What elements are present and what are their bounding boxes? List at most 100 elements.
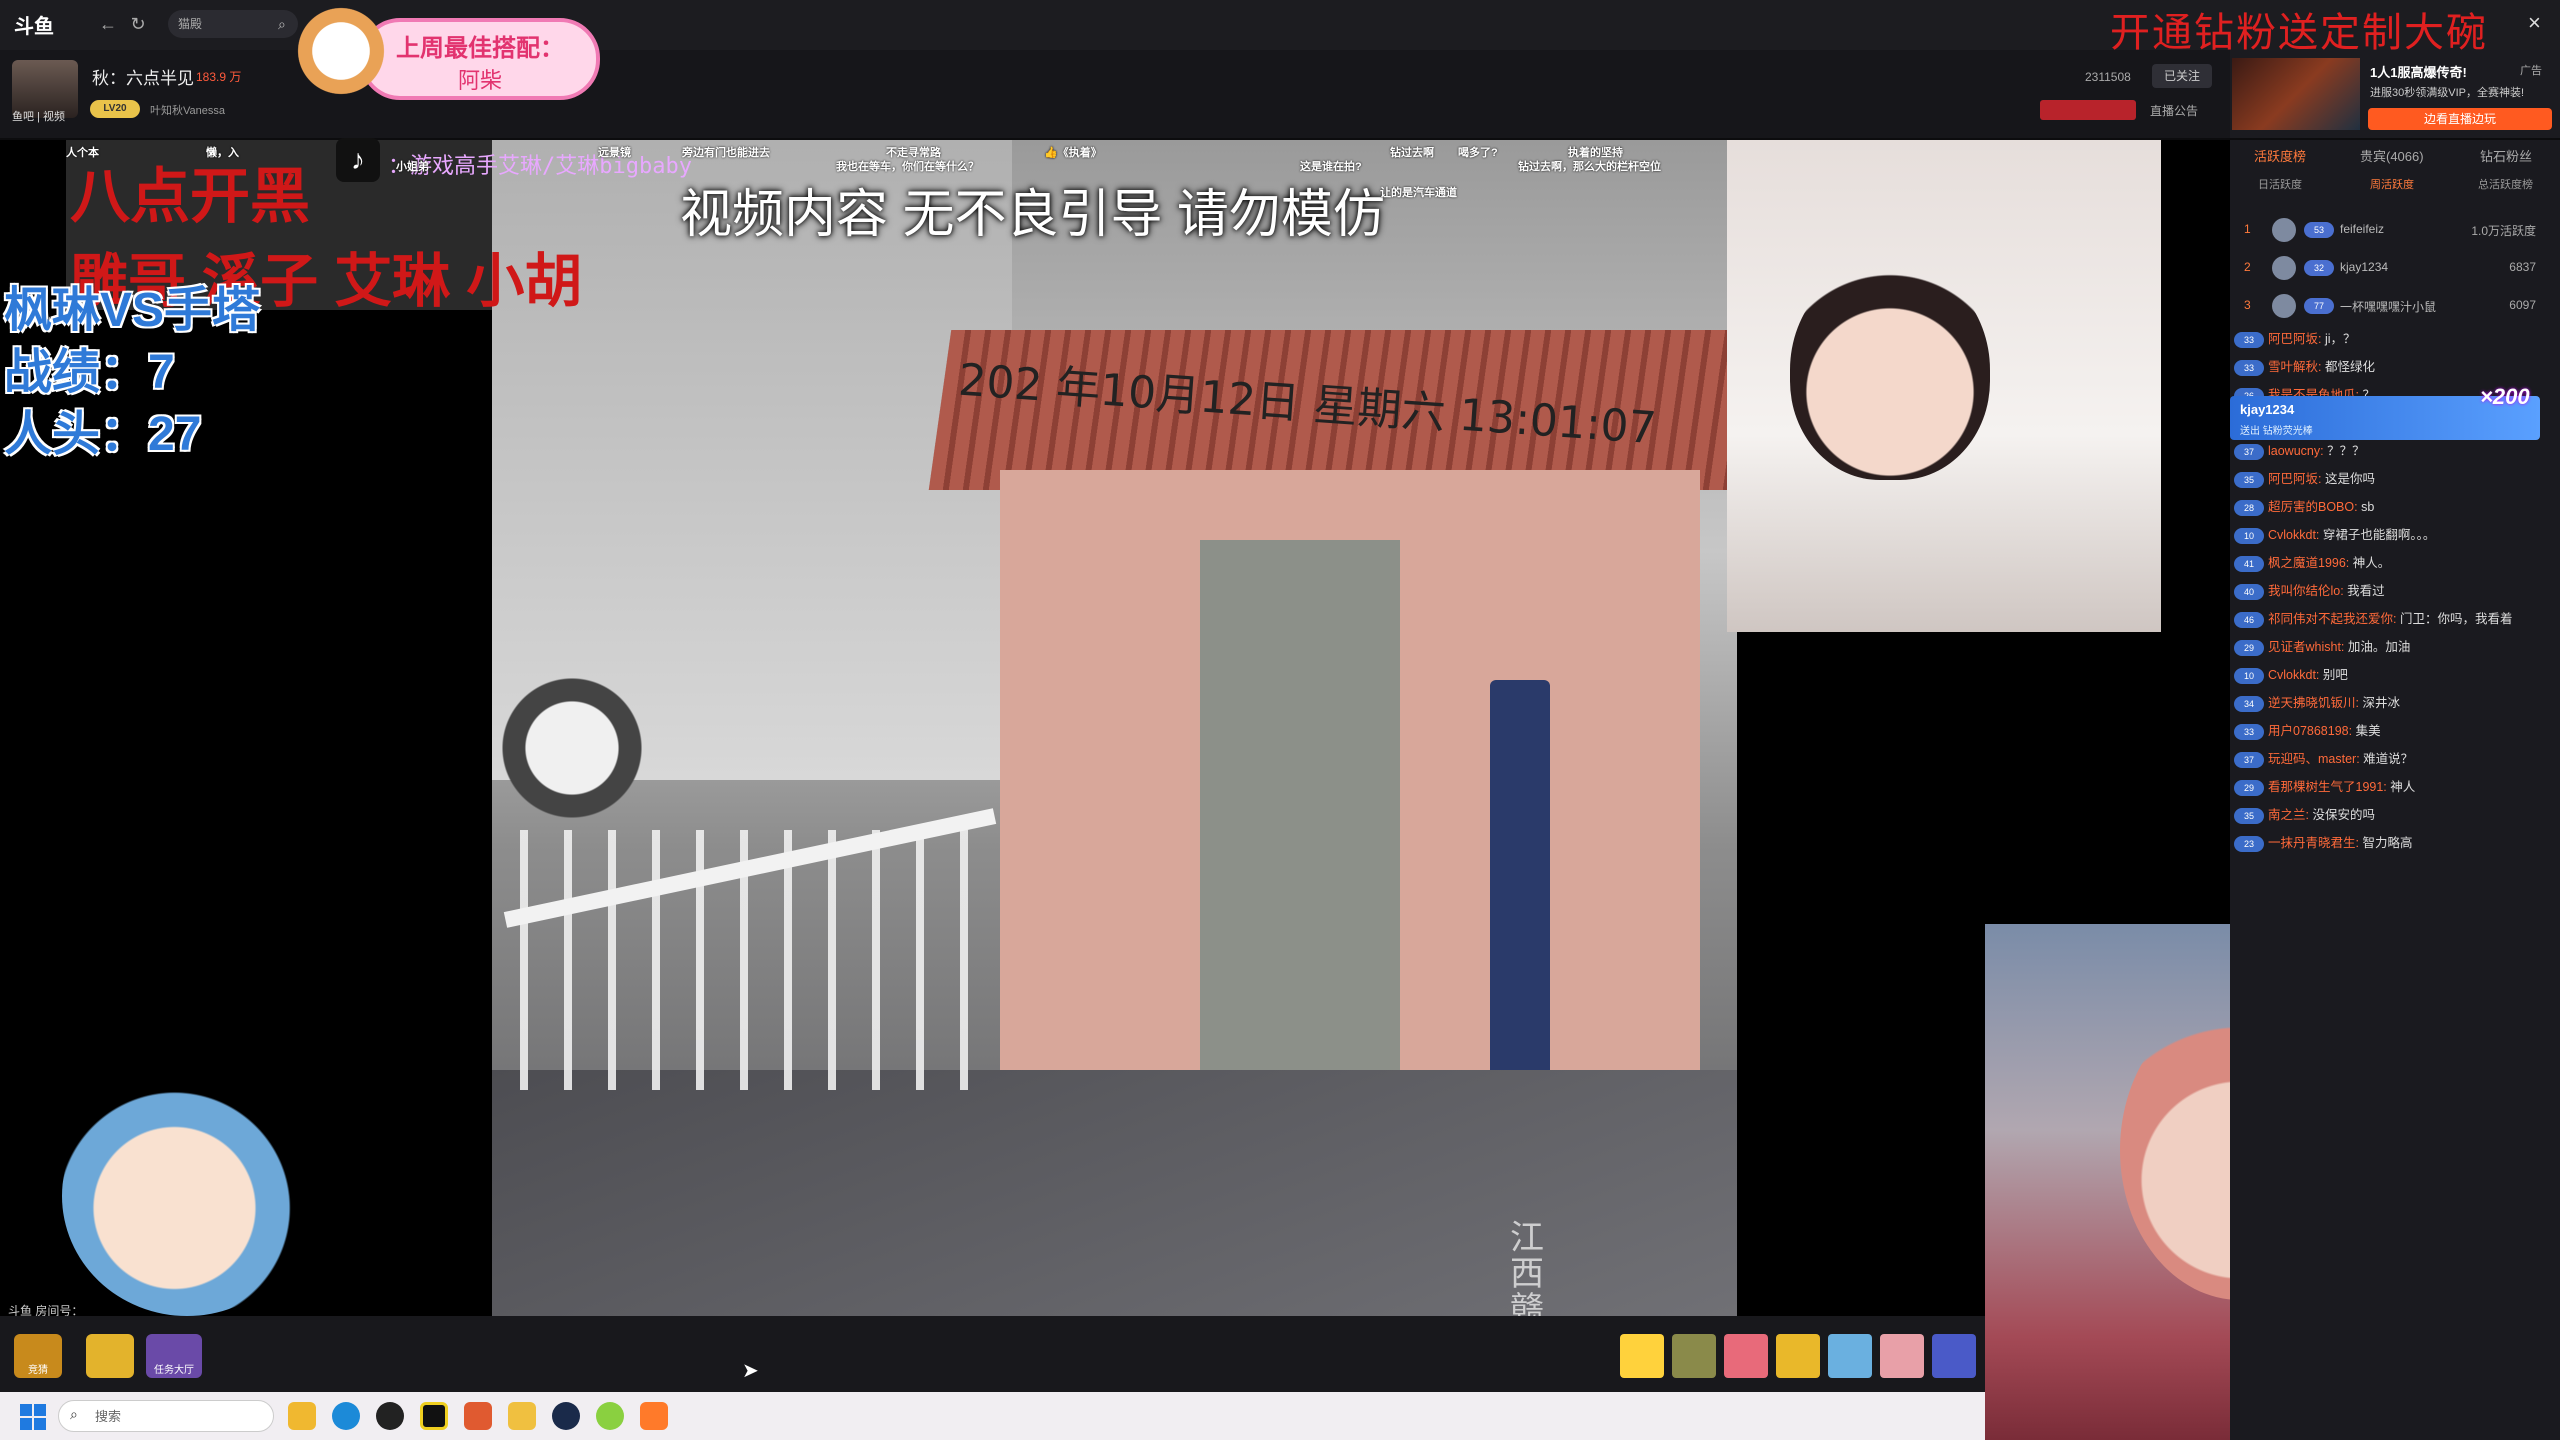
tab-diamond-fans[interactable]: 钻石粉丝 xyxy=(2480,146,2532,165)
subtab-total[interactable]: 总活跃度榜 xyxy=(2478,176,2533,192)
chat-message[interactable]: 10 Cvlokkdt: 穿裙子也能翻啊。。。 xyxy=(2234,522,2554,548)
chat-message[interactable]: 28 超厉害的BOBO: sb xyxy=(2234,494,2554,520)
chat-message[interactable]: 35 阿巴阿坂: 这是你吗 xyxy=(2234,466,2554,492)
best-pairing-badge: 上周最佳搭配： 阿柴 xyxy=(360,18,600,100)
chat-message[interactable]: 29 见证者whisht: 加油。加油 xyxy=(2234,634,2554,660)
back-arrow-icon[interactable]: ← xyxy=(96,12,120,36)
subtab-daily[interactable]: 日活跃度 xyxy=(2258,176,2302,192)
chat-text: 难道说？ xyxy=(2359,752,2414,766)
rank-username: kjay1234 xyxy=(2340,260,2389,274)
mystery-box-button[interactable] xyxy=(86,1334,134,1378)
chat-username[interactable]: 用户07868198: xyxy=(2268,724,2352,738)
gift-item-icon[interactable] xyxy=(1880,1334,1924,1378)
chat-username[interactable]: 阿巴阿坂: xyxy=(2268,332,2321,346)
avatar-links[interactable]: 鱼吧 | 视频 xyxy=(12,108,65,124)
chat-text: ？？？ xyxy=(2323,444,2365,458)
ad-title[interactable]: 1人1服高爆传奇! xyxy=(2370,62,2467,81)
close-icon[interactable]: × xyxy=(2528,10,2541,36)
chat-username[interactable]: 我叫你结伦lo: xyxy=(2268,584,2344,598)
chat-username[interactable]: 南之兰: xyxy=(2268,808,2309,822)
taskbar-search-input[interactable]: 搜索 xyxy=(58,1400,274,1432)
danmu-item: 执着的坚持 xyxy=(1568,147,1623,159)
chat-message[interactable]: 37 玩迎码、master: 难道说？ xyxy=(2234,746,2554,772)
app-icon[interactable] xyxy=(596,1402,624,1430)
rank-row[interactable]: 2 32 kjay1234 6837 xyxy=(2240,252,2550,286)
gift-item-icon[interactable] xyxy=(1828,1334,1872,1378)
gift-item-icon[interactable] xyxy=(1672,1334,1716,1378)
chat-username[interactable]: 枫之魔道1996: xyxy=(2268,556,2349,570)
chat-message[interactable]: 37 laowucny: ？？？ xyxy=(2234,438,2554,464)
chat-message[interactable]: 34 逆天拂晓饥钣川: 深井冰 xyxy=(2234,690,2554,716)
gift-item-icon[interactable] xyxy=(1776,1334,1820,1378)
chat-username[interactable]: laowucny: xyxy=(2268,444,2324,458)
hot-count: 183.9 万 xyxy=(196,70,242,84)
ad-play-button[interactable]: 边看直播边玩 xyxy=(2368,108,2552,130)
level-badge: 35 xyxy=(2234,471,2264,488)
ad-label: 广告 xyxy=(2520,65,2542,77)
app-icon[interactable] xyxy=(376,1402,404,1430)
footage-road xyxy=(492,1070,1737,1316)
edge-browser-icon[interactable] xyxy=(332,1402,360,1430)
chat-username[interactable]: 玩迎码、master: xyxy=(2268,752,2360,766)
app-icon[interactable] xyxy=(464,1402,492,1430)
app-icon[interactable] xyxy=(508,1402,536,1430)
task-hall-button[interactable]: 任务大厅 xyxy=(146,1334,202,1378)
windows-start-icon[interactable] xyxy=(20,1404,46,1430)
chat-username[interactable]: 超厉害的BOBO: xyxy=(2268,500,2358,514)
rank-score: 1.0万活跃度 xyxy=(2471,224,2536,238)
level-badge: 53 xyxy=(2304,222,2334,238)
rank-row[interactable]: 3 77 一杯嘿嘿嘿汁小鼠 6097 xyxy=(2240,290,2550,324)
follow-button[interactable]: 已关注 xyxy=(2152,64,2212,88)
gift-banner[interactable] xyxy=(2040,100,2136,120)
chat-message[interactable]: 33 用户07868198: 集美 xyxy=(2234,718,2554,744)
subtab-weekly[interactable]: 周活跃度 xyxy=(2370,176,2414,192)
gift-item-icon[interactable] xyxy=(1932,1334,1976,1378)
douyu-logo[interactable]: 斗鱼 xyxy=(14,10,76,38)
chat-username[interactable]: 阿巴阿坂: xyxy=(2268,472,2321,486)
chat-message[interactable]: 29 看那棵树生气了1991: 神人 xyxy=(2234,774,2554,800)
chat-message[interactable]: 33 雪叶解秋: 都怪绿化 xyxy=(2234,354,2554,380)
chat-text: 智力略高 xyxy=(2358,836,2413,850)
chat-username[interactable]: 祁同伟对不起我还爱你: xyxy=(2268,612,2396,626)
chat-message[interactable]: 35 南之兰: 没保安的吗 xyxy=(2234,802,2554,828)
chat-message[interactable]: 10 Cvlokkdt: 别吧 xyxy=(2234,662,2554,688)
search-icon[interactable]: ⌕ xyxy=(278,16,286,33)
rank-row[interactable]: 1 53 feifeifeiz 1.0万活跃度 xyxy=(2240,214,2550,248)
douyu-app-icon[interactable] xyxy=(640,1402,668,1430)
danmu-item: 人个本 xyxy=(66,147,99,159)
chat-username[interactable]: Cvlokkdt: xyxy=(2268,668,2319,682)
tiktok-icon: ♪ xyxy=(336,138,380,182)
gift-item-icon[interactable] xyxy=(1620,1334,1664,1378)
ad-image[interactable] xyxy=(2232,58,2360,130)
chat-text: 深井冰 xyxy=(2358,696,2400,710)
chat-message[interactable]: 46 祁同伟对不起我还爱你: 门卫：你吗，我看着 xyxy=(2234,606,2554,632)
chat-message[interactable]: 41 枫之魔道1996: 神人。 xyxy=(2234,550,2554,576)
chat-message[interactable]: 33 阿巴阿坂: ji，？ xyxy=(2234,326,2554,352)
chat-text: 都怪绿化 xyxy=(2321,360,2375,374)
app-icon[interactable] xyxy=(420,1402,448,1430)
chat-username[interactable]: 见证者whisht: xyxy=(2268,640,2344,654)
footage-guardhouse-door xyxy=(1200,540,1400,1120)
chat-username[interactable]: 雪叶解秋: xyxy=(2268,360,2321,374)
anchor-name[interactable]: 叶知秋Vanessa xyxy=(150,102,225,118)
chat-username[interactable]: 看那棵树生气了1991: xyxy=(2268,780,2387,794)
chat-username[interactable]: Cvlokkdt: xyxy=(2268,528,2319,542)
steam-icon[interactable] xyxy=(552,1402,580,1430)
chat-text: 集美 xyxy=(2352,724,2381,738)
chat-username[interactable]: 逆天拂晓饥钣川: xyxy=(2268,696,2359,710)
tab-activity-rank[interactable]: 活跃度榜 xyxy=(2254,146,2306,165)
tab-vip[interactable]: 贵宾(4066) xyxy=(2360,146,2424,165)
refresh-icon[interactable]: ↻ xyxy=(126,12,150,36)
rank-score: 6837 xyxy=(2509,260,2536,274)
chat-message[interactable]: 23 一抹丹青晓君生: 智力略高 xyxy=(2234,830,2554,856)
rank-username: feifeifeiz xyxy=(2340,222,2385,236)
level-badge: 34 xyxy=(2234,695,2264,712)
chat-message[interactable]: 40 我叫你结伦lo: 我看过 xyxy=(2234,578,2554,604)
gift-item-icon[interactable] xyxy=(1724,1334,1768,1378)
room-notice[interactable]: 直播公告 xyxy=(2150,102,2198,119)
level-badge: 32 xyxy=(2304,260,2334,276)
file-explorer-icon[interactable] xyxy=(288,1402,316,1430)
chat-username[interactable]: 一抹丹青晓君生: xyxy=(2268,836,2359,850)
guess-button[interactable]: 竞猜 xyxy=(14,1334,62,1378)
guess-label: 竞猜 xyxy=(28,1365,48,1376)
